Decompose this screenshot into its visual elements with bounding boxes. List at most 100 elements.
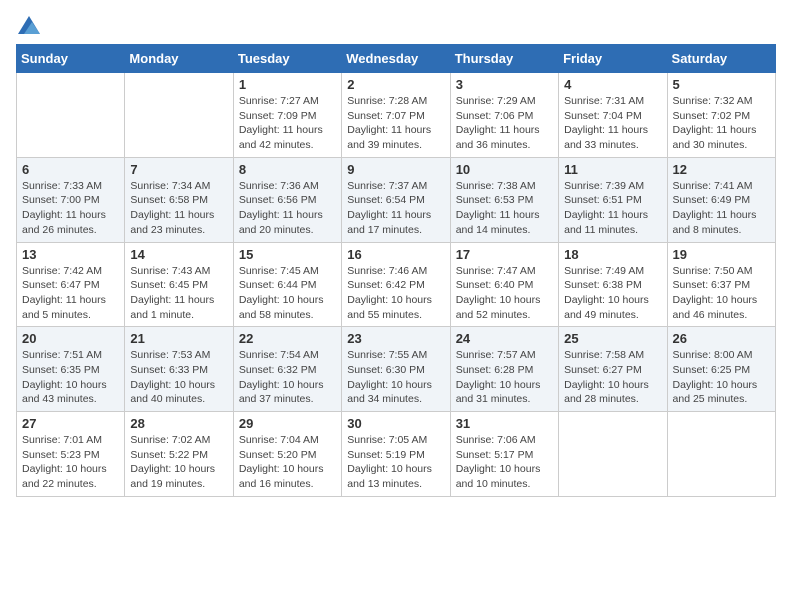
day-number: 30 (347, 416, 444, 431)
day-info: Sunrise: 7:33 AMSunset: 7:00 PMDaylight:… (22, 179, 119, 238)
day-number: 5 (673, 77, 770, 92)
day-info: Sunrise: 7:36 AMSunset: 6:56 PMDaylight:… (239, 179, 336, 238)
day-info: Sunrise: 7:02 AMSunset: 5:22 PMDaylight:… (130, 433, 227, 492)
day-info: Sunrise: 7:42 AMSunset: 6:47 PMDaylight:… (22, 264, 119, 323)
day-number: 4 (564, 77, 661, 92)
logo-icon (18, 16, 40, 34)
day-number: 14 (130, 247, 227, 262)
day-info: Sunrise: 7:46 AMSunset: 6:42 PMDaylight:… (347, 264, 444, 323)
day-info: Sunrise: 7:58 AMSunset: 6:27 PMDaylight:… (564, 348, 661, 407)
day-info: Sunrise: 7:41 AMSunset: 6:49 PMDaylight:… (673, 179, 770, 238)
day-info: Sunrise: 7:06 AMSunset: 5:17 PMDaylight:… (456, 433, 553, 492)
day-number: 28 (130, 416, 227, 431)
day-info: Sunrise: 7:49 AMSunset: 6:38 PMDaylight:… (564, 264, 661, 323)
weekday-header-tuesday: Tuesday (233, 45, 341, 73)
day-number: 24 (456, 331, 553, 346)
calendar-cell: 4 Sunrise: 7:31 AMSunset: 7:04 PMDaylight… (559, 73, 667, 158)
day-info: Sunrise: 7:54 AMSunset: 6:32 PMDaylight:… (239, 348, 336, 407)
calendar-cell: 29 Sunrise: 7:04 AMSunset: 5:20 PMDayligh… (233, 412, 341, 497)
calendar-week-2: 6 Sunrise: 7:33 AMSunset: 7:00 PMDaylight… (17, 157, 776, 242)
day-info: Sunrise: 7:05 AMSunset: 5:19 PMDaylight:… (347, 433, 444, 492)
calendar-cell: 16 Sunrise: 7:46 AMSunset: 6:42 PMDayligh… (342, 242, 450, 327)
day-number: 29 (239, 416, 336, 431)
day-number: 23 (347, 331, 444, 346)
calendar-cell: 30 Sunrise: 7:05 AMSunset: 5:19 PMDayligh… (342, 412, 450, 497)
day-info: Sunrise: 7:51 AMSunset: 6:35 PMDaylight:… (22, 348, 119, 407)
day-number: 8 (239, 162, 336, 177)
day-info: Sunrise: 7:45 AMSunset: 6:44 PMDaylight:… (239, 264, 336, 323)
calendar-cell: 8 Sunrise: 7:36 AMSunset: 6:56 PMDaylight… (233, 157, 341, 242)
day-number: 7 (130, 162, 227, 177)
day-info: Sunrise: 7:28 AMSunset: 7:07 PMDaylight:… (347, 94, 444, 153)
calendar-week-4: 20 Sunrise: 7:51 AMSunset: 6:35 PMDayligh… (17, 327, 776, 412)
day-number: 26 (673, 331, 770, 346)
day-number: 20 (22, 331, 119, 346)
calendar-table: SundayMondayTuesdayWednesdayThursdayFrid… (16, 44, 776, 497)
calendar-cell: 18 Sunrise: 7:49 AMSunset: 6:38 PMDayligh… (559, 242, 667, 327)
day-number: 3 (456, 77, 553, 92)
calendar-cell (559, 412, 667, 497)
day-info: Sunrise: 7:57 AMSunset: 6:28 PMDaylight:… (456, 348, 553, 407)
calendar-cell: 12Sunrise: 7:41 AMSunset: 6:49 PMDayligh… (667, 157, 775, 242)
calendar-cell: 22 Sunrise: 7:54 AMSunset: 6:32 PMDayligh… (233, 327, 341, 412)
day-number: 27 (22, 416, 119, 431)
logo (16, 16, 40, 34)
calendar-cell: 5 Sunrise: 7:32 AMSunset: 7:02 PMDaylight… (667, 73, 775, 158)
day-info: Sunrise: 7:47 AMSunset: 6:40 PMDaylight:… (456, 264, 553, 323)
day-info: Sunrise: 7:37 AMSunset: 6:54 PMDaylight:… (347, 179, 444, 238)
day-number: 11 (564, 162, 661, 177)
weekday-header-monday: Monday (125, 45, 233, 73)
day-number: 6 (22, 162, 119, 177)
day-info: Sunrise: 7:32 AMSunset: 7:02 PMDaylight:… (673, 94, 770, 153)
day-info: Sunrise: 7:29 AMSunset: 7:06 PMDaylight:… (456, 94, 553, 153)
day-info: Sunrise: 7:53 AMSunset: 6:33 PMDaylight:… (130, 348, 227, 407)
day-info: Sunrise: 7:31 AMSunset: 7:04 PMDaylight:… (564, 94, 661, 153)
calendar-cell: 11 Sunrise: 7:39 AMSunset: 6:51 PMDayligh… (559, 157, 667, 242)
calendar-cell: 26 Sunrise: 8:00 AMSunset: 6:25 PMDayligh… (667, 327, 775, 412)
day-info: Sunrise: 7:01 AMSunset: 5:23 PMDaylight:… (22, 433, 119, 492)
calendar-cell (125, 73, 233, 158)
day-number: 17 (456, 247, 553, 262)
weekday-header-row: SundayMondayTuesdayWednesdayThursdayFrid… (17, 45, 776, 73)
calendar-cell: 31 Sunrise: 7:06 AMSunset: 5:17 PMDayligh… (450, 412, 558, 497)
calendar-cell: 15 Sunrise: 7:45 AMSunset: 6:44 PMDayligh… (233, 242, 341, 327)
day-number: 19 (673, 247, 770, 262)
calendar-cell: 2Sunrise: 7:28 AMSunset: 7:07 PMDaylight… (342, 73, 450, 158)
calendar-cell (667, 412, 775, 497)
day-info: Sunrise: 7:34 AMSunset: 6:58 PMDaylight:… (130, 179, 227, 238)
calendar-cell: 17 Sunrise: 7:47 AMSunset: 6:40 PMDayligh… (450, 242, 558, 327)
calendar-cell: 24 Sunrise: 7:57 AMSunset: 6:28 PMDayligh… (450, 327, 558, 412)
day-info: Sunrise: 7:39 AMSunset: 6:51 PMDaylight:… (564, 179, 661, 238)
day-info: Sunrise: 8:00 AMSunset: 6:25 PMDaylight:… (673, 348, 770, 407)
calendar-cell: 7 Sunrise: 7:34 AMSunset: 6:58 PMDaylight… (125, 157, 233, 242)
page-header (16, 16, 776, 34)
day-number: 21 (130, 331, 227, 346)
calendar-cell: 20 Sunrise: 7:51 AMSunset: 6:35 PMDayligh… (17, 327, 125, 412)
day-info: Sunrise: 7:43 AMSunset: 6:45 PMDaylight:… (130, 264, 227, 323)
calendar-cell: 10Sunrise: 7:38 AMSunset: 6:53 PMDayligh… (450, 157, 558, 242)
calendar-week-3: 13 Sunrise: 7:42 AMSunset: 6:47 PMDayligh… (17, 242, 776, 327)
calendar-cell: 21 Sunrise: 7:53 AMSunset: 6:33 PMDayligh… (125, 327, 233, 412)
calendar-week-5: 27 Sunrise: 7:01 AMSunset: 5:23 PMDayligh… (17, 412, 776, 497)
day-number: 16 (347, 247, 444, 262)
day-number: 13 (22, 247, 119, 262)
calendar-cell: 14 Sunrise: 7:43 AMSunset: 6:45 PMDayligh… (125, 242, 233, 327)
day-number: 25 (564, 331, 661, 346)
weekday-header-wednesday: Wednesday (342, 45, 450, 73)
calendar-cell: 27 Sunrise: 7:01 AMSunset: 5:23 PMDayligh… (17, 412, 125, 497)
day-info: Sunrise: 7:27 AMSunset: 7:09 PMDaylight:… (239, 94, 336, 153)
calendar-week-1: 1 Sunrise: 7:27 AMSunset: 7:09 PMDaylight… (17, 73, 776, 158)
day-info: Sunrise: 7:04 AMSunset: 5:20 PMDaylight:… (239, 433, 336, 492)
day-info: Sunrise: 7:55 AMSunset: 6:30 PMDaylight:… (347, 348, 444, 407)
calendar-cell: 13 Sunrise: 7:42 AMSunset: 6:47 PMDayligh… (17, 242, 125, 327)
day-number: 15 (239, 247, 336, 262)
calendar-cell: 19Sunrise: 7:50 AMSunset: 6:37 PMDayligh… (667, 242, 775, 327)
weekday-header-sunday: Sunday (17, 45, 125, 73)
day-number: 31 (456, 416, 553, 431)
day-number: 18 (564, 247, 661, 262)
day-number: 22 (239, 331, 336, 346)
calendar-cell: 23 Sunrise: 7:55 AMSunset: 6:30 PMDayligh… (342, 327, 450, 412)
day-number: 1 (239, 77, 336, 92)
calendar-cell: 25 Sunrise: 7:58 AMSunset: 6:27 PMDayligh… (559, 327, 667, 412)
calendar-cell: 28 Sunrise: 7:02 AMSunset: 5:22 PMDayligh… (125, 412, 233, 497)
